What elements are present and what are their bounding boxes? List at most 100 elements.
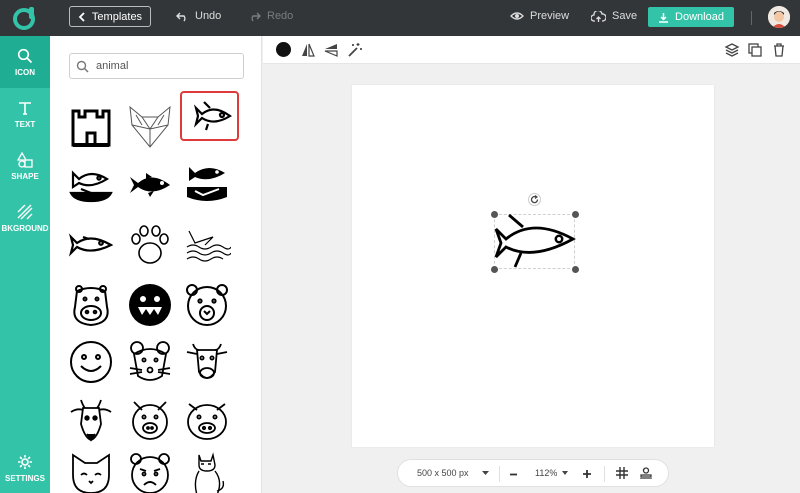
app-logo-icon[interactable] — [12, 5, 38, 31]
caret-down-icon — [562, 471, 569, 475]
goat-face-icon — [70, 399, 112, 442]
resize-handle-bottom-left[interactable] — [491, 266, 498, 273]
rail-item-settings[interactable]: SETTINGS — [0, 442, 50, 493]
castle-icon-cell[interactable] — [64, 102, 118, 152]
pig-face-round-icon-cell[interactable] — [180, 395, 234, 445]
fish-on-plate-icon — [69, 170, 113, 203]
resize-handle-top-right[interactable] — [572, 211, 579, 218]
rail-item-icon[interactable]: ICON — [0, 36, 50, 88]
user-avatar-icon — [768, 6, 790, 28]
fish-in-water-icon — [186, 230, 231, 262]
fish-solid-icon-cell[interactable] — [123, 160, 177, 210]
snap-button[interactable] — [640, 467, 652, 479]
fish-on-plate-icon-cell[interactable] — [64, 160, 118, 210]
fox-head-icon-cell[interactable] — [123, 102, 177, 152]
grumpy-face-icon-cell[interactable] — [123, 448, 177, 493]
rail-item-text[interactable]: TEXT — [0, 88, 50, 140]
rail-item-label: SHAPE — [11, 171, 39, 181]
pig-face-icon-cell[interactable] — [123, 395, 177, 445]
icon-panel — [50, 36, 262, 493]
fish-icon — [193, 101, 232, 131]
castle-icon — [71, 109, 111, 147]
fill-color-swatch[interactable] — [276, 42, 291, 57]
rail-item-background[interactable]: BKGROUND — [0, 192, 50, 244]
cat-face-icon-cell[interactable] — [64, 448, 118, 493]
plus-icon — [583, 470, 591, 478]
background-icon — [17, 204, 33, 219]
rail-item-shape[interactable]: SHAPE — [0, 140, 50, 192]
cat-sitting-icon-cell[interactable] — [180, 448, 234, 493]
zoom-dropdown[interactable]: 112% — [535, 468, 569, 478]
undo-button[interactable]: Undo — [176, 10, 221, 22]
pig-face-round-icon — [187, 403, 227, 440]
fish-solid-icon — [130, 173, 170, 197]
rail-item-label: BKGROUND — [1, 223, 49, 233]
download-button[interactable]: Download — [648, 7, 734, 27]
cow-face-icon-cell[interactable] — [180, 337, 234, 387]
mouse-face-icon — [129, 341, 171, 381]
bear-face-icon — [186, 284, 228, 326]
flip-horizontal-icon[interactable] — [300, 42, 316, 58]
canvas-size-dropdown[interactable]: 500 x 500 px — [417, 468, 490, 478]
rail-item-label: SETTINGS — [4, 473, 45, 483]
rotate-handle[interactable] — [528, 193, 541, 206]
grumpy-face-icon — [130, 453, 170, 493]
search-box[interactable] — [69, 53, 244, 79]
avatar[interactable] — [768, 6, 790, 28]
goat-face-icon-cell[interactable] — [64, 395, 118, 445]
grid-icon — [616, 467, 628, 479]
grid-toggle-button[interactable] — [616, 467, 628, 479]
monster-face-icon-cell[interactable] — [123, 280, 177, 330]
search-input[interactable] — [96, 60, 236, 72]
caret-down-icon — [481, 471, 489, 475]
gear-icon — [18, 454, 32, 469]
resize-handle-bottom-right[interactable] — [572, 266, 579, 273]
layers-icon[interactable] — [724, 42, 740, 58]
hippo-icon-cell[interactable] — [64, 280, 118, 330]
templates-button[interactable]: Templates — [69, 6, 151, 27]
paw-print-icon — [131, 225, 169, 264]
smiley-face-icon-cell[interactable] — [64, 337, 118, 387]
preview-button[interactable]: Preview — [510, 10, 569, 22]
fish-simple-icon-cell[interactable] — [64, 220, 118, 270]
canvas-toolbar — [263, 36, 800, 64]
download-label: Download — [675, 11, 724, 23]
zoom-in-button[interactable] — [582, 469, 592, 479]
redo-button[interactable]: Redo — [248, 10, 293, 22]
fish-in-water-icon-cell[interactable] — [180, 220, 234, 270]
bottombar-divider — [604, 466, 605, 482]
zoom-label: 112% — [535, 468, 558, 478]
trash-icon[interactable] — [771, 42, 787, 58]
flip-vertical-icon[interactable] — [323, 42, 339, 58]
top-bar: Templates Undo Redo Preview Save Downloa… — [0, 0, 800, 36]
fox-head-icon — [129, 105, 171, 148]
fish-platter-icon — [187, 167, 227, 201]
paw-print-icon-cell[interactable] — [123, 220, 177, 270]
monster-face-icon — [129, 284, 171, 326]
minus-icon — [510, 473, 517, 476]
magic-wand-icon[interactable] — [347, 42, 363, 58]
smiley-face-icon — [70, 341, 112, 383]
bottombar-divider — [499, 466, 500, 482]
shape-icon — [17, 151, 33, 168]
canvas-fish-icon[interactable] — [493, 213, 576, 270]
bear-face-icon-cell[interactable] — [180, 280, 234, 330]
duplicate-icon[interactable] — [747, 42, 763, 58]
save-label: Save — [612, 10, 638, 22]
rail-item-label: TEXT — [14, 119, 36, 129]
preview-label: Preview — [530, 10, 570, 22]
cloud-upload-icon — [591, 10, 606, 22]
mouse-face-icon-cell[interactable] — [123, 337, 177, 387]
search-icon — [76, 60, 89, 73]
save-button[interactable]: Save — [591, 10, 637, 22]
zoom-out-button[interactable] — [509, 470, 518, 479]
rotate-icon — [530, 195, 539, 204]
resize-handle-top-left[interactable] — [491, 211, 498, 218]
fish-platter-icon-cell[interactable] — [180, 160, 234, 210]
bottom-bar: 500 x 500 px 112% — [397, 459, 669, 487]
eye-icon — [510, 12, 524, 20]
text-icon — [19, 101, 31, 115]
pig-face-icon — [132, 401, 168, 440]
undo-label: Undo — [195, 10, 222, 22]
fish-icon-cell[interactable] — [180, 91, 239, 141]
